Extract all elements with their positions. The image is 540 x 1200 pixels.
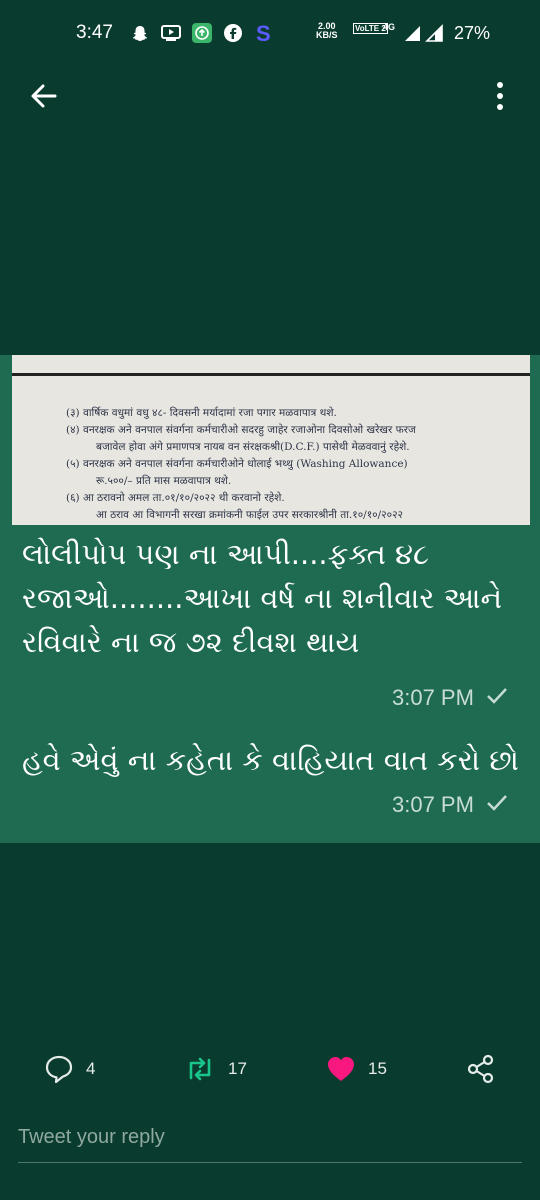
green-app-icon: [192, 23, 212, 43]
message-text: હવે એવું ના કહેતા કે વાહિયાત વાત કરો છો: [22, 743, 519, 777]
status-time: 3:47: [76, 22, 113, 43]
reply-icon: [45, 1055, 73, 1084]
facebook-icon: [223, 23, 243, 43]
signal-icon: [402, 23, 422, 43]
message-time: 3:07 PM: [392, 685, 474, 710]
document-line: (४) वनरक्षक अने वनपाल संवर्गना कर्मचारीओ…: [66, 424, 416, 436]
reply-input[interactable]: Tweet your reply: [18, 1126, 165, 1149]
message-text: લોલીપોપ પણ ના આપી....ફક્ત ૪૮ રજાઓ.......…: [22, 537, 503, 659]
like-count: 15: [368, 1059, 387, 1078]
network-type: 4G: [383, 22, 396, 32]
document-text: (३) वार्षिक वधुमां वधु ४८- दिवसनी मर्याद…: [66, 405, 530, 524]
network-speed: 2.00 KB/S: [316, 21, 338, 40]
check-icon: [486, 685, 508, 711]
document-line: (६) आ ठरावनो अमल ता.०१/१०/२०२२ थी करवानो…: [66, 492, 285, 504]
document-rule: [12, 373, 530, 376]
signal-2-icon: [424, 23, 444, 43]
message-time: 3:07 PM: [392, 792, 474, 817]
reply-button[interactable]: 4: [44, 1044, 95, 1094]
battery-percent: 27%: [454, 23, 491, 43]
status-bar: 3:47 S 2.00 KB/S VoLTE 2 4G 27%: [0, 0, 540, 70]
more-vertical-icon: [497, 82, 503, 110]
tweet-actions: 4 17 15: [0, 1044, 540, 1094]
retweet-button[interactable]: 17: [184, 1044, 247, 1094]
reply-input-underline: [18, 1162, 522, 1163]
document-line: रू.५००/– प्रति मास मळवापात्र थशे.: [96, 475, 232, 487]
check-icon: [486, 792, 508, 818]
like-button[interactable]: 15: [326, 1044, 387, 1094]
snapchat-icon: [130, 23, 150, 43]
message-meta: 3:07 PM: [392, 685, 508, 711]
message-meta: 3:07 PM: [392, 792, 508, 818]
s-app-icon: S: [254, 22, 276, 44]
reply-count: 4: [86, 1059, 96, 1078]
document-line: आ ठराव आ विभागनी सरखा क्रमांकनी फाईल उपर…: [96, 509, 404, 521]
more-options-button[interactable]: [488, 80, 512, 114]
retweet-count: 17: [228, 1059, 247, 1078]
back-button[interactable]: [28, 80, 60, 112]
document-line: बजावेल होवा अंगे प्रमाणपत्र नायब वन संरक…: [96, 441, 410, 453]
document-line: (५) वनरक्षक अने वनपाल संवर्गना कर्मचारीओ…: [66, 458, 408, 470]
svg-text:S: S: [256, 22, 271, 44]
share-icon: [467, 1054, 494, 1084]
back-arrow-icon: [31, 84, 57, 108]
document-line: (३) वार्षिक वधुमां वधु ४८- दिवसनी मर्याद…: [66, 407, 337, 419]
document-photo: (३) वार्षिक वधुमां वधु ४८- दिवसनी मर्याद…: [12, 355, 530, 525]
heart-icon: [328, 1057, 354, 1081]
retweet-icon: [189, 1057, 211, 1081]
youtube-icon: [161, 23, 181, 43]
share-button[interactable]: [466, 1044, 496, 1094]
